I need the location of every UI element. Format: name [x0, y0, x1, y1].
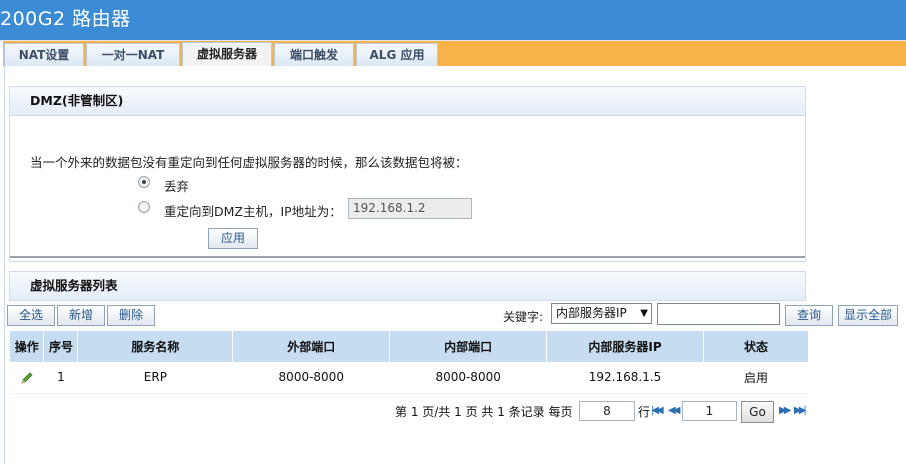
dropdown-arrow-icon: ▼ [640, 308, 648, 319]
dmz-ip-field[interactable]: 192.168.1.2 [348, 198, 472, 219]
tab-port-trigger[interactable]: 端口触发 [274, 43, 354, 67]
keyword-select[interactable]: 内部服务器IP ▼ [551, 303, 652, 324]
table-header-row: 操作 序号 服务名称 外部端口 内部端口 内部服务器IP 状态 [10, 331, 809, 362]
apply-button[interactable]: 应用 [208, 228, 258, 249]
dmz-description: 当一个外来的数据包没有重定向到任何虚拟服务器的时候，那么该数据包将被： [30, 155, 468, 170]
row-status: 启用 [703, 362, 809, 394]
row-index: 1 [43, 362, 78, 394]
delete-button[interactable]: 删除 [107, 305, 155, 326]
row-service-name: ERP [77, 362, 233, 394]
redirect-radio[interactable] [138, 201, 150, 213]
server-table: 操作 序号 服务名称 外部端口 内部端口 内部服务器IP 状态 1 ERP 80… [10, 331, 809, 394]
pager-summary: 第 1 页/共 1 页 共 1 条记录 每页 [395, 405, 573, 419]
app-title: 200G2 路由器 [0, 8, 131, 30]
search-button[interactable]: 查询 [785, 305, 833, 326]
col-external-port: 外部端口 [232, 331, 391, 362]
edit-cell [10, 362, 44, 394]
keyword-select-value: 内部服务器IP [556, 306, 627, 320]
add-button[interactable]: 新增 [57, 305, 105, 326]
keyword-label: 关键字: [503, 310, 544, 324]
row-internal-ip: 192.168.1.5 [546, 362, 704, 394]
discard-label: 丢弃 [164, 179, 190, 194]
select-all-button[interactable]: 全选 [7, 305, 55, 326]
tab-one-to-one-nat[interactable]: 一对一NAT [86, 43, 180, 67]
col-action: 操作 [10, 331, 45, 362]
first-page-icon[interactable]: |◀◀ [651, 405, 664, 416]
server-list-heading: 虚拟服务器列表 [9, 271, 806, 301]
show-all-button[interactable]: 显示全部 [838, 305, 898, 326]
keyword-input[interactable] [657, 303, 780, 325]
row-external-port: 8000-8000 [232, 362, 390, 394]
dmz-panel-heading: DMZ(非管制区) [9, 86, 806, 116]
row-internal-port: 8000-8000 [389, 362, 547, 394]
page-number-input[interactable]: 1 [682, 401, 737, 421]
redirect-label: 重定向到DMZ主机，IP地址为： [164, 204, 342, 219]
divider [10, 256, 805, 258]
col-internal-ip: 内部服务器IP [546, 331, 705, 362]
dmz-panel [9, 116, 806, 262]
pager-row-unit: 行 [638, 405, 651, 419]
col-internal-port: 内部端口 [389, 331, 548, 362]
col-index: 序号 [43, 331, 79, 362]
prev-page-icon[interactable]: ◀◀ [668, 405, 681, 416]
next-page-icon[interactable]: ▶▶ [779, 405, 792, 416]
go-button[interactable]: Go [741, 401, 774, 423]
discard-radio[interactable] [138, 176, 150, 188]
edit-pencil-icon[interactable] [20, 371, 34, 385]
tab-bar: NAT设置 一对一NAT 虚拟服务器 端口触发 ALG 应用 [0, 40, 906, 67]
last-page-icon[interactable]: ▶▶| [794, 405, 807, 416]
per-page-input[interactable]: 8 [579, 401, 635, 421]
title-bar: 200G2 路由器 [0, 0, 906, 40]
tab-alg[interactable]: ALG 应用 [356, 43, 438, 67]
col-status: 状态 [703, 331, 809, 362]
table-row: 1 ERP 8000-8000 8000-8000 192.168.1.5 启用 [10, 362, 809, 394]
col-service-name: 服务名称 [77, 331, 234, 362]
tab-virtual-server[interactable]: 虚拟服务器 [182, 42, 272, 67]
tab-nat-settings[interactable]: NAT设置 [4, 43, 84, 67]
